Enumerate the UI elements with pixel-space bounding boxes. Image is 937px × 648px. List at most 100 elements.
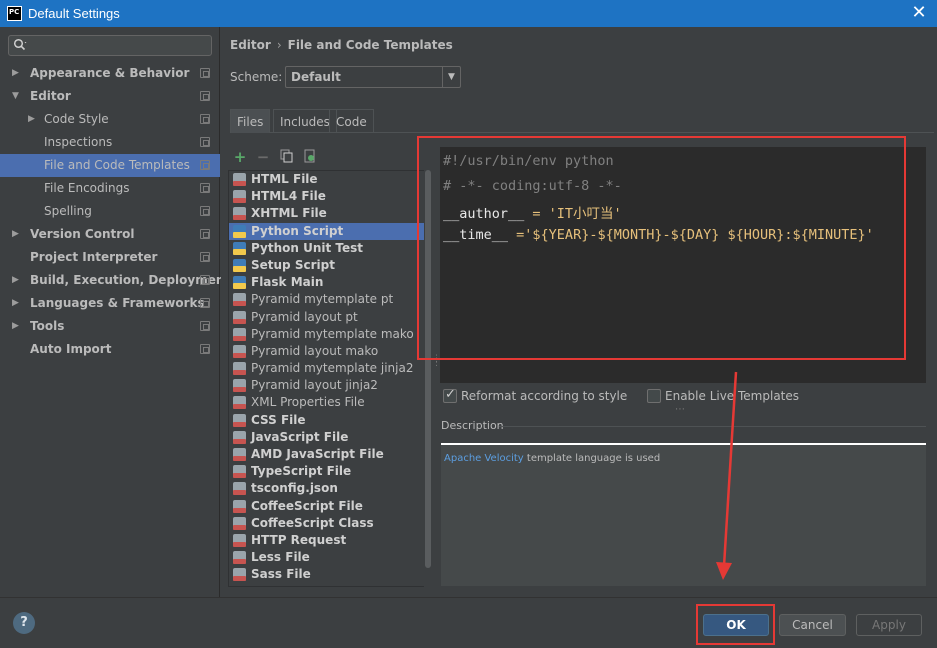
sidebar-item-languages-frameworks[interactable]: ▶ Languages & Frameworks [0, 292, 220, 315]
tab-code[interactable]: Code [329, 109, 374, 133]
html-file-icon [233, 190, 246, 204]
collapsed-arrow-icon[interactable]: ▶ [12, 223, 22, 246]
file-template-item[interactable]: CoffeeScript File [229, 498, 424, 515]
file-template-item[interactable]: HTML File [229, 171, 424, 188]
expanded-arrow-icon[interactable]: ▼ [12, 85, 22, 108]
sidebar-item-editor[interactable]: ▼ Editor [0, 85, 220, 108]
js-file-icon [233, 430, 246, 444]
sidebar-item-appearance-behavior[interactable]: ▶ Appearance & Behavior [0, 62, 220, 85]
template-file-icon [233, 327, 246, 341]
file-template-item[interactable]: Pyramid mytemplate pt [229, 291, 424, 308]
settings-sidebar: ▶ Appearance & Behavior ▼ Editor ▶ Code Style… [0, 27, 230, 597]
python-icon [233, 258, 246, 272]
sidebar-item-project-interpreter[interactable]: Project Interpreter [0, 246, 220, 269]
file-template-item[interactable]: XML Properties File [229, 394, 424, 411]
description-label: Description [441, 419, 504, 432]
ok-button[interactable]: OK [703, 614, 769, 636]
breadcrumb: Editor › File and Code Templates [230, 38, 453, 52]
sidebar-item-auto-import[interactable]: Auto Import [0, 338, 220, 361]
apply-button[interactable]: Apply [856, 614, 922, 636]
file-template-item[interactable]: TypeScript File [229, 463, 424, 480]
remove-template-icon[interactable]: − [255, 149, 271, 165]
file-template-item[interactable]: Setup Script [229, 257, 424, 274]
python-icon [233, 224, 246, 238]
live-templates-label[interactable]: Enable Live Templates [665, 389, 799, 403]
splitter-handle[interactable]: ⋮ ⋮ [432, 355, 441, 373]
copy-settings-icon [200, 114, 210, 124]
reset-template-icon[interactable] [302, 149, 318, 165]
sidebar-item-inspections[interactable]: Inspections [0, 131, 220, 154]
sidebar-item-label: Spelling [44, 204, 92, 218]
sidebar-item-version-control[interactable]: ▶ Version Control [0, 223, 220, 246]
collapsed-arrow-icon[interactable]: ▶ [12, 62, 22, 85]
sidebar-item-spelling[interactable]: Spelling [0, 200, 220, 223]
settings-tree: ▶ Appearance & Behavior ▼ Editor ▶ Code Style… [0, 62, 230, 361]
description-text: Apache Velocity template language is use… [444, 453, 661, 464]
sidebar-item-label: Code Style [44, 112, 109, 126]
file-template-name: Pyramid layout pt [251, 309, 358, 324]
breadcrumb-separator: › [276, 38, 282, 52]
tab-includes[interactable]: Includes [273, 109, 337, 133]
apache-velocity-link[interactable]: Apache Velocity [444, 453, 524, 464]
sidebar-item-build-execution-deployment[interactable]: ▶ Build, Execution, Deployment [0, 269, 230, 292]
file-template-item[interactable]: CoffeeScript Class [229, 515, 424, 532]
add-template-icon[interactable]: + [232, 149, 248, 165]
help-icon[interactable]: ? [13, 612, 35, 634]
file-template-item[interactable]: CSS File [229, 412, 424, 429]
file-template-item[interactable]: Pyramid layout pt [229, 309, 424, 326]
sidebar-item-label: File and Code Templates [44, 158, 190, 172]
copy-template-icon[interactable] [279, 149, 295, 165]
splitter-handle-horizontal[interactable]: ⋯ [675, 404, 686, 415]
file-template-name: Sass File [251, 567, 311, 582]
sidebar-item-file-encodings[interactable]: File Encodings [0, 177, 220, 200]
sidebar-item-tools[interactable]: ▶ Tools [0, 315, 220, 338]
collapsed-arrow-icon[interactable]: ▶ [12, 315, 22, 338]
breadcrumb-parent[interactable]: Editor [230, 38, 271, 52]
collapsed-arrow-icon[interactable]: ▶ [12, 269, 22, 292]
close-icon[interactable]: ✕ [909, 2, 929, 24]
sidebar-item-label: Tools [30, 319, 65, 333]
file-template-item[interactable]: Pyramid mytemplate mako [229, 326, 424, 343]
sidebar-item-file-and-code-templates[interactable]: File and Code Templates [0, 154, 220, 177]
window-title: Default Settings [28, 6, 120, 21]
collapsed-arrow-icon[interactable]: ▶ [28, 108, 38, 131]
file-template-item[interactable]: JavaScript File [229, 429, 424, 446]
reformat-label[interactable]: Reformat according to style [461, 389, 627, 403]
sidebar-item-code-style[interactable]: ▶ Code Style [0, 108, 220, 131]
description-box: Apache Velocity template language is use… [441, 443, 926, 586]
file-template-item[interactable]: XHTML File [229, 205, 424, 222]
file-template-item[interactable]: tsconfig.json [229, 480, 424, 497]
file-template-name: Pyramid mytemplate mako [251, 326, 414, 341]
reformat-checkbox[interactable] [443, 387, 457, 403]
dialog-button-bar: ? OK Cancel Apply [0, 597, 937, 648]
file-template-item[interactable]: Pyramid layout jinja2 [229, 377, 424, 394]
sidebar-item-label: Languages & Frameworks [30, 296, 205, 310]
live-templates-checkbox[interactable] [647, 389, 661, 403]
template-code-editor[interactable]: #!/usr/bin/env python # -*- coding:utf-8… [440, 147, 926, 383]
tab-files[interactable]: Files [230, 109, 271, 133]
file-template-item[interactable]: AMD JavaScript File [229, 446, 424, 463]
file-template-item[interactable]: Sass File [229, 566, 424, 583]
file-list-scrollbar[interactable] [425, 170, 431, 568]
file-template-name: Pyramid mytemplate jinja2 [251, 361, 414, 376]
copy-settings-icon [200, 91, 210, 101]
code-line-time: __time__ ='${YEAR}-${MONTH}-${DAY} ${HOU… [443, 227, 874, 243]
file-template-item[interactable]: HTML4 File [229, 188, 424, 205]
file-template-item[interactable]: Pyramid layout mako [229, 343, 424, 360]
file-template-item[interactable]: Less File [229, 549, 424, 566]
file-template-name: Pyramid layout jinja2 [251, 378, 378, 393]
file-template-item[interactable]: HTTP Request [229, 532, 424, 549]
cancel-button[interactable]: Cancel [779, 614, 846, 636]
file-template-name: tsconfig.json [251, 481, 338, 496]
file-template-item[interactable]: Python Unit Test [229, 240, 424, 257]
files-toolbar: + − [228, 145, 432, 169]
file-template-item[interactable]: Flask Main [229, 274, 424, 291]
scheme-select[interactable]: Default ▼ [285, 66, 461, 88]
file-template-item[interactable]: Pyramid mytemplate jinja2 [229, 360, 424, 377]
file-template-item[interactable]: Python Script [229, 222, 424, 240]
chevron-down-icon: ▼ [442, 67, 460, 87]
code-line-shebang: #!/usr/bin/env python [443, 153, 614, 169]
collapsed-arrow-icon[interactable]: ▶ [12, 292, 22, 315]
template-tabs: Files Includes Code [230, 109, 934, 133]
search-input[interactable] [8, 35, 212, 56]
